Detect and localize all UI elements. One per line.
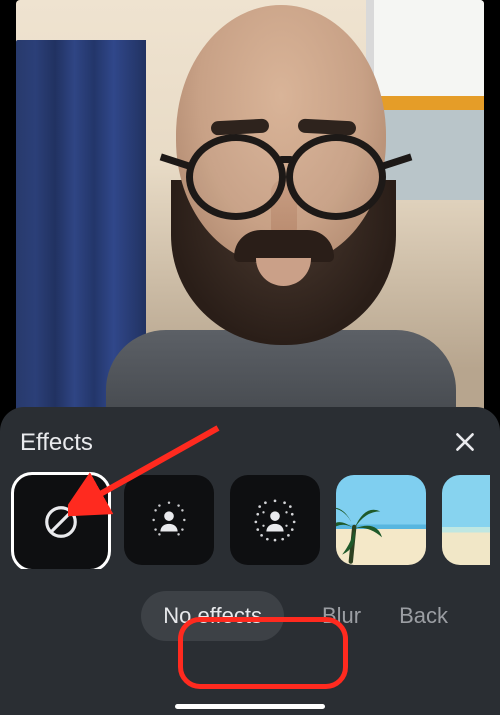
label-no-effects[interactable]: No effects <box>141 591 284 641</box>
close-icon <box>452 442 478 459</box>
video-preview <box>16 0 484 410</box>
prohibit-icon <box>42 503 80 541</box>
close-button[interactable] <box>452 429 480 457</box>
screen: Effects <box>0 0 500 715</box>
label-background[interactable]: Back <box>399 603 448 629</box>
effect-blur-strong[interactable] <box>230 475 320 565</box>
effect-bg-beach[interactable] <box>442 475 490 565</box>
effects-panel: Effects <box>0 407 500 715</box>
effect-blur-light[interactable] <box>124 475 214 565</box>
person-blur-strong-icon <box>252 497 298 543</box>
effect-labels: No effects Blur Back <box>0 569 500 641</box>
effects-thumbnails <box>0 471 500 569</box>
person-blur-light-icon <box>146 497 192 543</box>
panel-title: Effects <box>20 429 93 457</box>
home-indicator[interactable] <box>175 704 325 709</box>
label-blur[interactable]: Blur <box>322 603 361 629</box>
effect-bg-beach-palm[interactable] <box>336 475 426 565</box>
effect-none[interactable] <box>14 475 108 569</box>
